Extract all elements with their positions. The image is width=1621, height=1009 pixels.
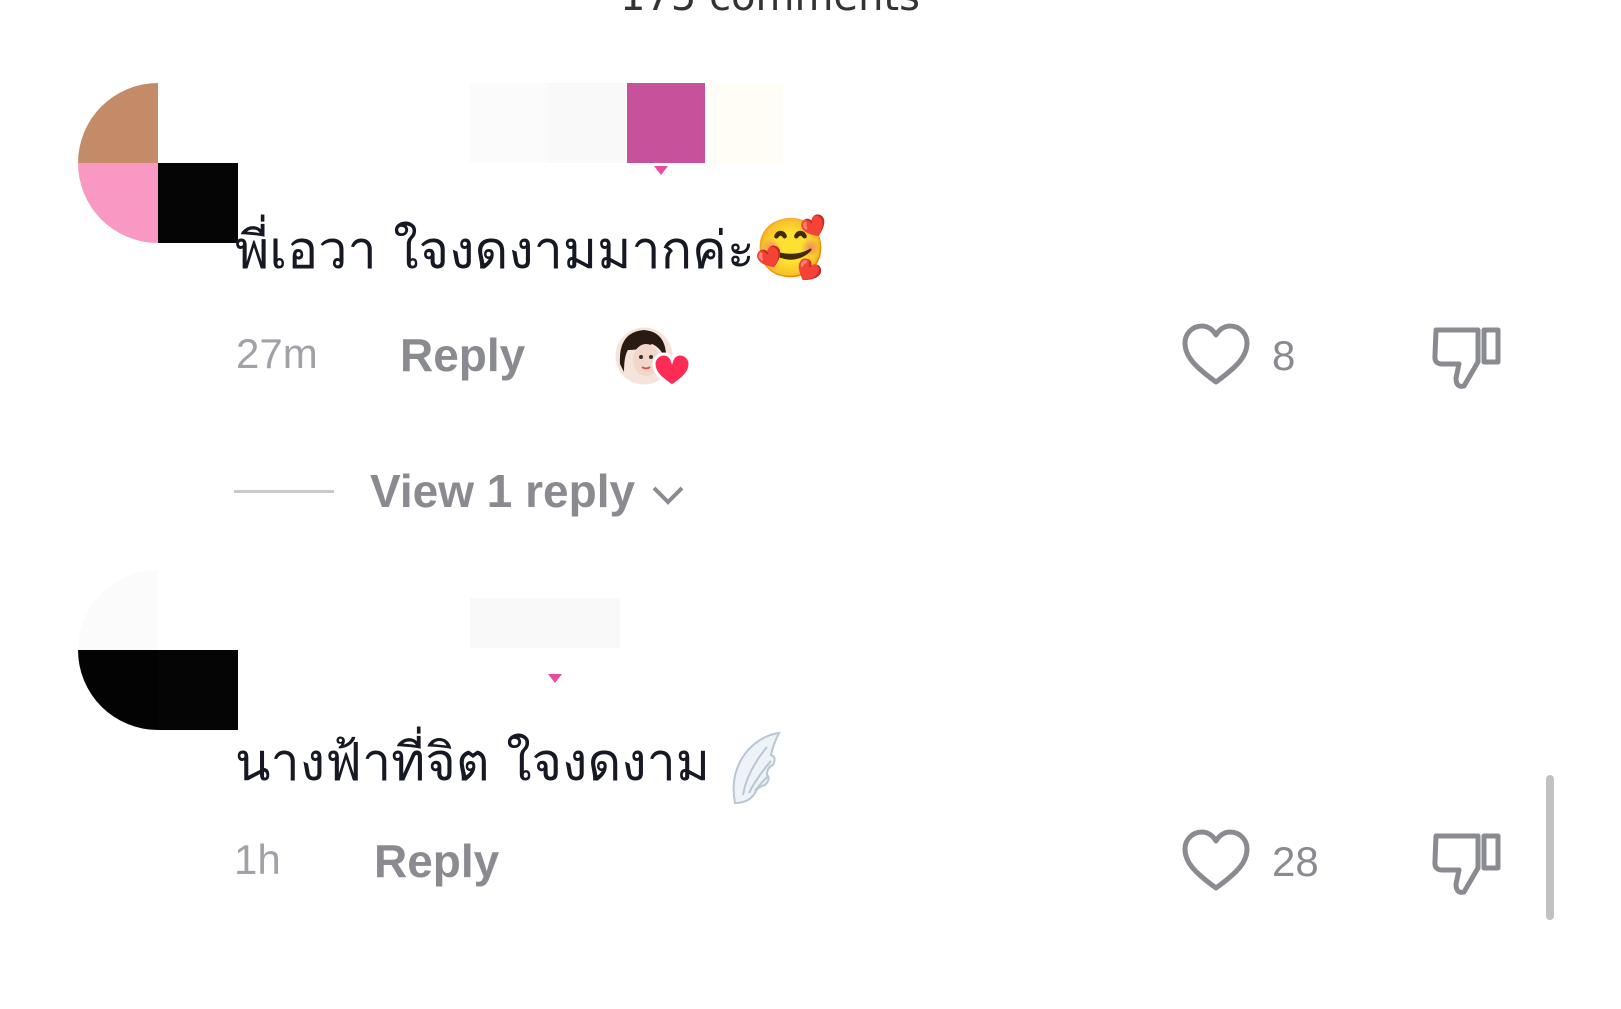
like-count: 8 bbox=[1272, 332, 1296, 379]
view-replies-button[interactable]: View 1 reply bbox=[370, 464, 688, 518]
like-count: 28 bbox=[1272, 838, 1319, 885]
comment-item: นางฟ้าที่จิต ใจงดงาม 🪽 1h Reply 28 bbox=[0, 570, 1621, 950]
heart-outline-icon[interactable] bbox=[1180, 322, 1252, 388]
comment-text-content: พี่เอวา ใจงดงามมากค่ะ bbox=[235, 221, 755, 281]
comment-text: พี่เอวา ใจงดงามมากค่ะ🥰 bbox=[235, 208, 827, 291]
username-heart-icon bbox=[548, 674, 562, 683]
dislike-thumb-icon[interactable] bbox=[1428, 322, 1506, 394]
reply-button[interactable]: Reply bbox=[374, 834, 499, 888]
smiling-hearts-emoji-icon: 🥰 bbox=[754, 214, 827, 282]
avatar[interactable] bbox=[78, 83, 238, 243]
username-heart-icon bbox=[654, 166, 668, 175]
comment-item: พี่เอวา ใจงดงามมากค่ะ🥰 27m Reply 8 View … bbox=[0, 80, 1621, 540]
heart-outline-icon[interactable] bbox=[1180, 828, 1252, 894]
comment-text-content: นางฟ้าที่จิต ใจงดงาม bbox=[235, 733, 711, 793]
scrollbar[interactable] bbox=[1546, 775, 1554, 920]
replies-divider bbox=[234, 490, 334, 493]
view-replies-label: View 1 reply bbox=[370, 465, 636, 517]
avatar[interactable] bbox=[78, 570, 238, 730]
reply-button[interactable]: Reply bbox=[400, 328, 525, 382]
wing-emoji-icon: 🪽 bbox=[727, 731, 783, 805]
chevron-down-icon bbox=[652, 486, 684, 505]
comment-time: 27m bbox=[236, 330, 318, 377]
comment-time: 1h bbox=[234, 836, 281, 883]
comments-count-header: 175 comments bbox=[620, 0, 920, 20]
close-icon[interactable] bbox=[1440, 0, 1500, 4]
creator-liked-badge bbox=[612, 324, 692, 394]
dislike-thumb-icon[interactable] bbox=[1428, 828, 1506, 900]
heart-badge-icon bbox=[652, 352, 692, 388]
comment-text: นางฟ้าที่จิต ใจงดงาม 🪽 bbox=[235, 720, 783, 805]
